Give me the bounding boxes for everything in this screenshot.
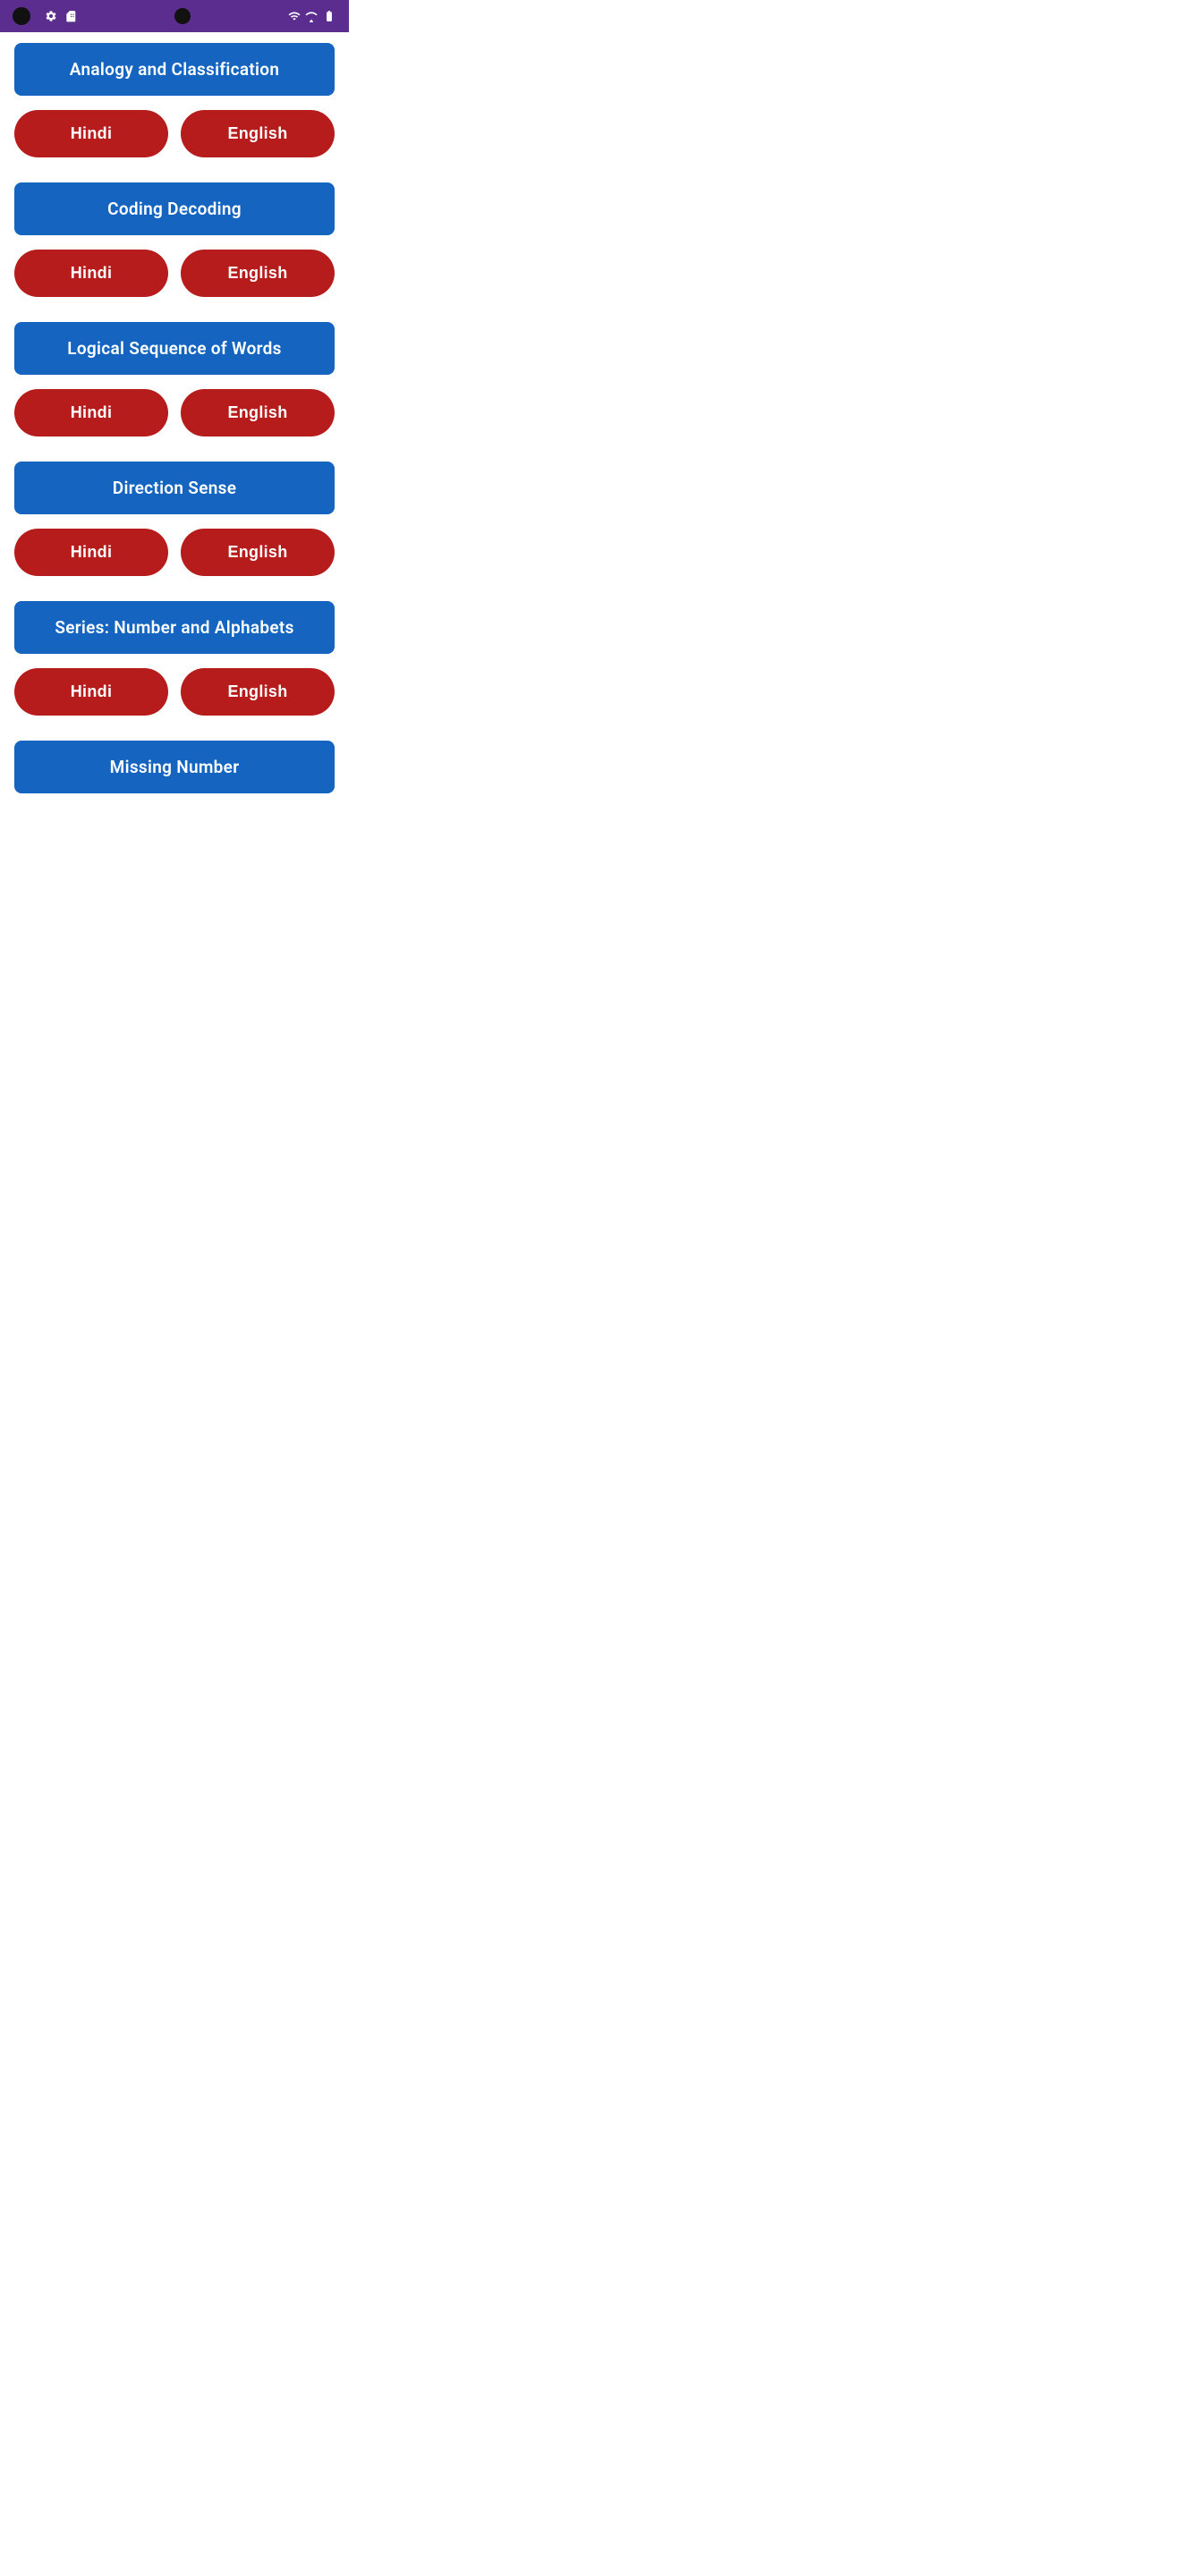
english-button-coding-decoding[interactable]: English [181,250,335,297]
sim-icon [64,10,77,22]
status-bar-circle [13,7,30,25]
topic-section-direction-sense: Direction Sense Hindi English [14,462,335,576]
english-button-logical-sequence[interactable]: English [181,389,335,436]
topic-header-analogy-classification: Analogy and Classification [14,43,335,96]
topic-header-coding-decoding: Coding Decoding [14,182,335,235]
status-bar [0,0,349,32]
status-bar-left [13,7,77,25]
topic-header-direction-sense: Direction Sense [14,462,335,514]
topic-title-direction-sense: Direction Sense [113,478,236,498]
english-button-direction-sense[interactable]: English [181,529,335,576]
hindi-button-coding-decoding[interactable]: Hindi [14,250,168,297]
signal-icon [305,10,318,22]
camera-cutout [174,8,191,24]
button-row-logical-sequence: Hindi English [14,389,335,436]
button-row-direction-sense: Hindi English [14,529,335,576]
status-bar-right-icons [288,10,336,22]
hindi-button-series-number-alphabets[interactable]: Hindi [14,668,168,716]
topic-section-series-number-alphabets: Series: Number and Alphabets Hindi English [14,601,335,716]
hindi-button-analogy-classification[interactable]: Hindi [14,110,168,157]
button-row-analogy-classification: Hindi English [14,110,335,157]
battery-icon [322,10,336,22]
topic-header-series-number-alphabets: Series: Number and Alphabets [14,601,335,654]
topic-title-series-number-alphabets: Series: Number and Alphabets [55,617,293,638]
hindi-button-direction-sense[interactable]: Hindi [14,529,168,576]
topic-section-analogy-classification: Analogy and Classification Hindi English [14,43,335,157]
status-bar-center [174,8,191,24]
english-button-series-number-alphabets[interactable]: English [181,668,335,716]
topic-title-missing-number: Missing Number [110,757,240,777]
topic-title-analogy-classification: Analogy and Classification [70,59,279,80]
topic-section-logical-sequence: Logical Sequence of Words Hindi English [14,322,335,436]
topic-section-missing-number: Missing Number [14,741,335,808]
topic-header-missing-number: Missing Number [14,741,335,793]
main-content: Analogy and ClassificationHindiEnglishCo… [0,32,349,843]
topic-section-coding-decoding: Coding Decoding Hindi English [14,182,335,297]
wifi-icon [288,10,301,22]
settings-icon [45,10,57,22]
topic-title-coding-decoding: Coding Decoding [107,199,242,219]
button-row-series-number-alphabets: Hindi English [14,668,335,716]
button-row-coding-decoding: Hindi English [14,250,335,297]
topic-header-logical-sequence: Logical Sequence of Words [14,322,335,375]
english-button-analogy-classification[interactable]: English [181,110,335,157]
topic-title-logical-sequence: Logical Sequence of Words [67,338,281,359]
hindi-button-logical-sequence[interactable]: Hindi [14,389,168,436]
